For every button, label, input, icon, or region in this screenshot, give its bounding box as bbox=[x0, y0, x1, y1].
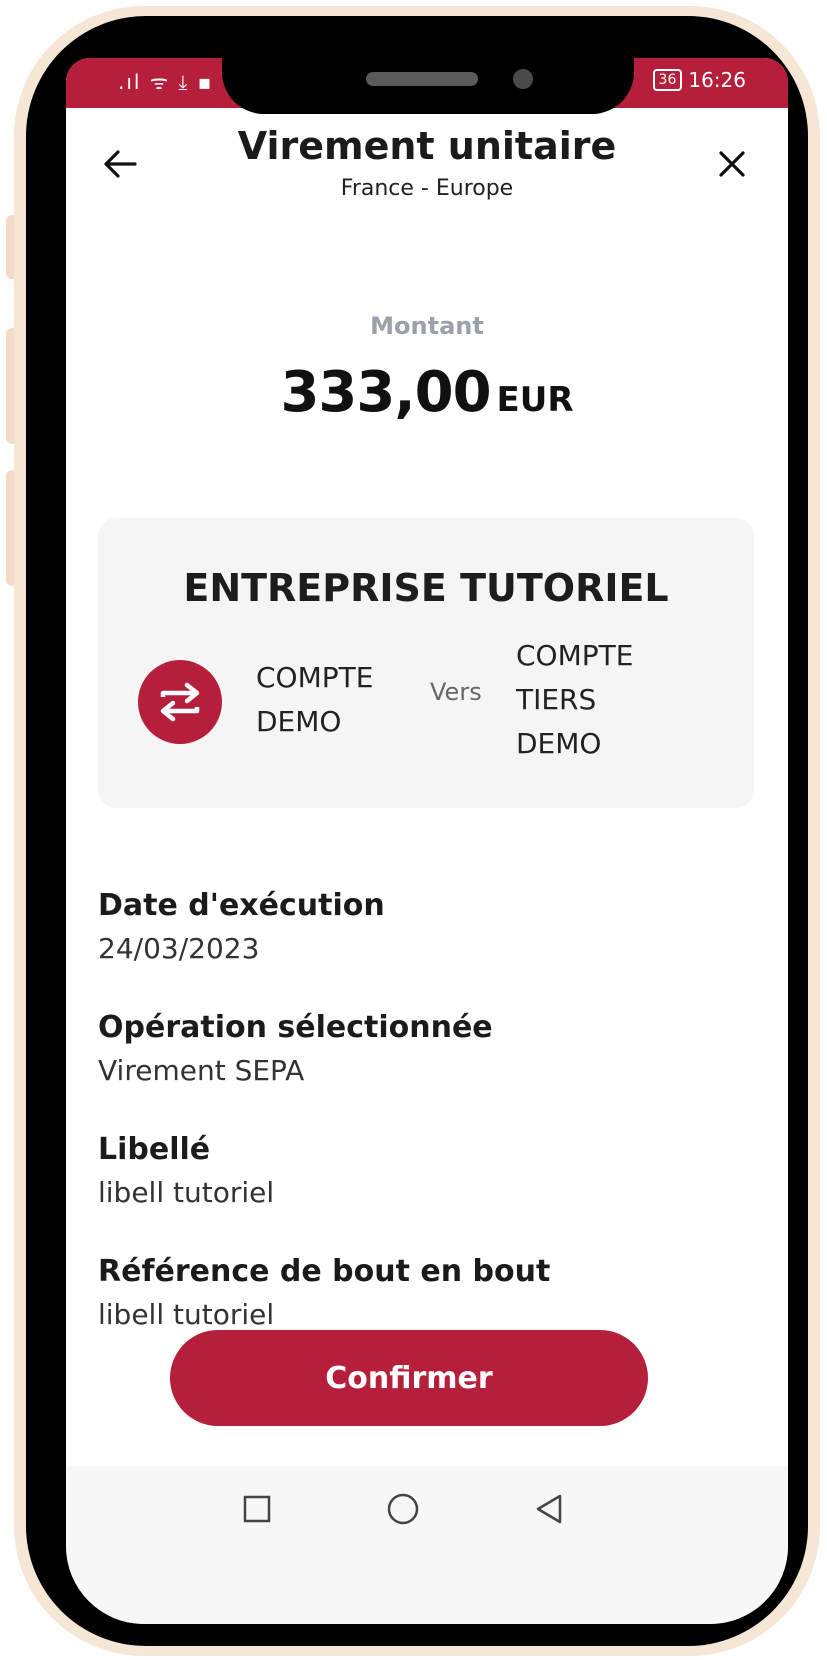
status-time: 16:26 bbox=[688, 68, 746, 92]
nav-recent-button[interactable] bbox=[232, 1484, 282, 1534]
operation-label: Opération sélectionnée bbox=[98, 1010, 493, 1045]
end-to-end-reference-value: libell tutoriel bbox=[98, 1298, 275, 1331]
source-account-line: DEMO bbox=[256, 705, 342, 738]
speaker-grille bbox=[366, 72, 478, 86]
source-account-line: COMPTE bbox=[256, 661, 374, 694]
swap-arrows-icon bbox=[138, 660, 222, 744]
source-account: COMPTE DEMO bbox=[256, 656, 406, 744]
android-nav-bar bbox=[66, 1466, 788, 1624]
amount-display: 333,00 EUR bbox=[66, 360, 788, 425]
triangle-back-icon bbox=[536, 1494, 562, 1524]
destination-account: COMPTE TIERS DEMO bbox=[516, 634, 716, 766]
amount-currency: EUR bbox=[496, 380, 574, 420]
destination-account-line: DEMO bbox=[516, 727, 602, 760]
destination-account-line: TIERS bbox=[516, 683, 597, 716]
execution-date-value: 24/03/2023 bbox=[98, 932, 260, 965]
transfer-card: ENTREPRISE TUTORIEL COMPTE DEMO Vers COM… bbox=[98, 518, 754, 808]
nav-home-button[interactable] bbox=[378, 1484, 428, 1534]
page-subtitle: France - Europe bbox=[340, 176, 514, 201]
phone-notch bbox=[222, 16, 634, 114]
close-button[interactable] bbox=[708, 140, 756, 188]
wording-value: libell tutoriel bbox=[98, 1176, 275, 1209]
battery-icon: 36 bbox=[652, 69, 683, 91]
nav-back-button[interactable] bbox=[524, 1484, 574, 1534]
company-name: ENTREPRISE TUTORIEL bbox=[183, 566, 669, 610]
execution-date-label: Date d'exécution bbox=[98, 888, 385, 923]
wording-label: Libellé bbox=[98, 1132, 211, 1167]
destination-account-line: COMPTE bbox=[516, 639, 634, 672]
confirm-button[interactable]: Confirmer bbox=[170, 1330, 648, 1426]
status-icons: .ıl ᯤ ⤓ ▪ bbox=[118, 70, 214, 94]
front-camera bbox=[513, 69, 533, 89]
close-icon bbox=[719, 151, 745, 177]
square-icon bbox=[243, 1495, 271, 1523]
phone-screen: .ıl ᯤ ⤓ ▪ 36 16:26 Virement unitaire Fra… bbox=[66, 58, 788, 1624]
circle-icon bbox=[387, 1493, 419, 1525]
operation-value: Virement SEPA bbox=[98, 1054, 305, 1087]
amount-value: 333,00 bbox=[280, 360, 491, 425]
page-title: Virement unitaire bbox=[237, 124, 617, 168]
status-right: 36 16:26 bbox=[652, 68, 746, 92]
amount-label: Montant bbox=[370, 312, 484, 340]
end-to-end-reference-label: Référence de bout en bout bbox=[98, 1254, 551, 1289]
transfer-direction-label: Vers bbox=[430, 678, 482, 706]
